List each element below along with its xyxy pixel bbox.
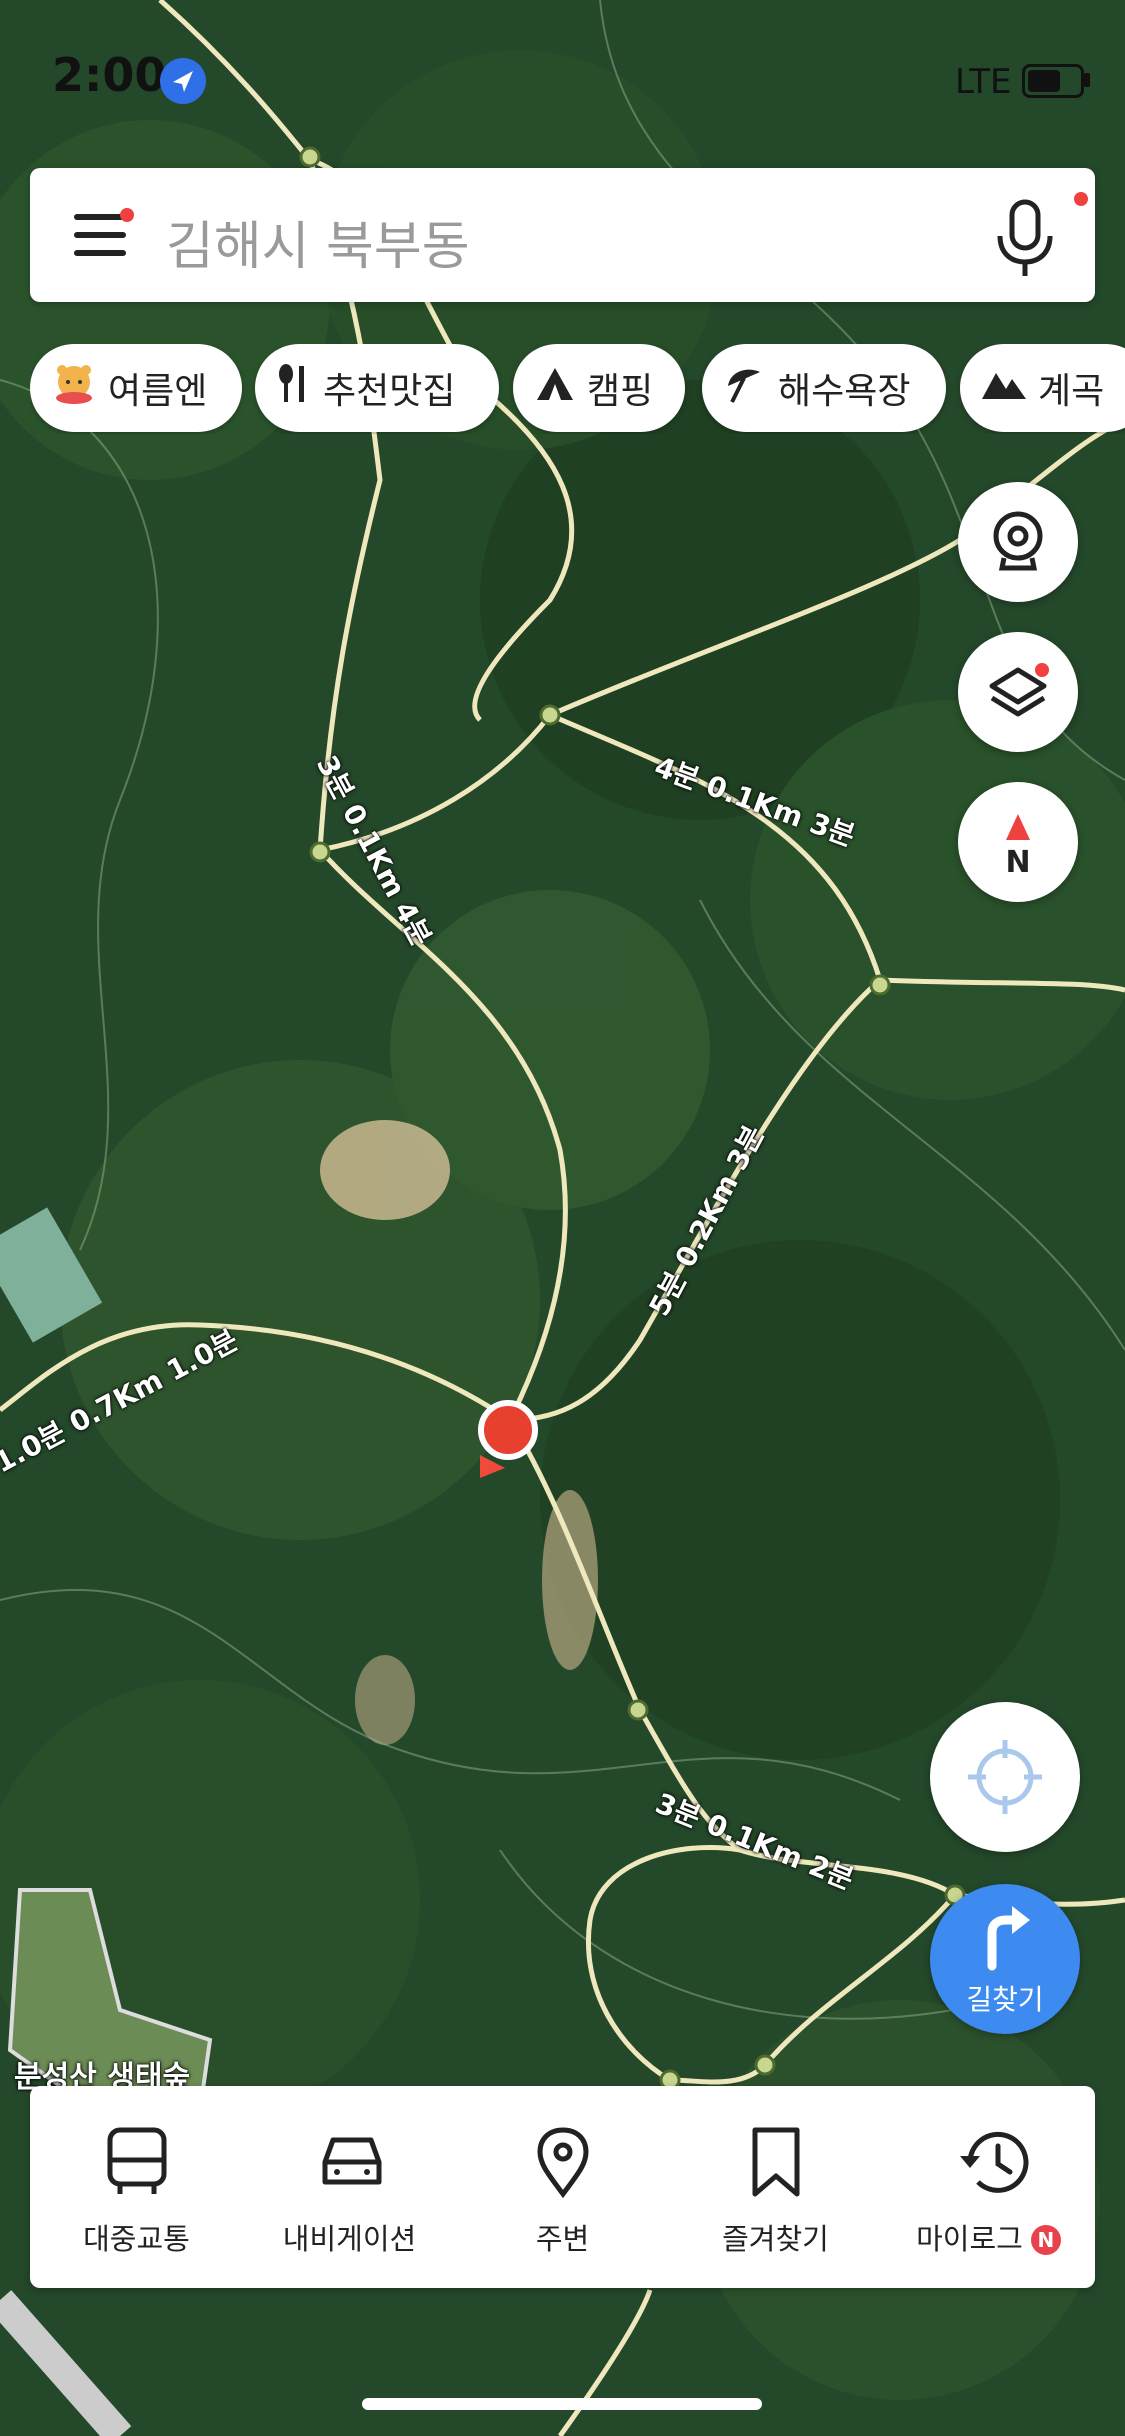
tab-favorites[interactable]: 즐겨찾기 [669, 2086, 882, 2288]
bus-icon [107, 2127, 167, 2194]
tab-label: 내비게이션 [282, 2222, 417, 2256]
battery-icon [1022, 64, 1084, 98]
cutlery-icon [277, 363, 311, 413]
bear-float-icon [52, 362, 96, 415]
layers-button[interactable] [958, 632, 1078, 752]
tab-nearby[interactable]: 주변 [456, 2086, 669, 2288]
bookmark-icon [752, 2127, 800, 2197]
chip-label: 추천맛집 [323, 371, 456, 412]
status-bar: 2:00 LTE [0, 0, 1125, 150]
history-icon [960, 2131, 1029, 2193]
tab-public-transit[interactable]: 대중교통 [30, 2086, 243, 2288]
search-input[interactable]: 김해시 북부동 [166, 204, 470, 279]
umbrella-icon [724, 364, 766, 413]
directions-label: 길찾기 [966, 1983, 1044, 2016]
search-bar[interactable]: 김해시 북부동 [30, 168, 1095, 302]
crosshair-icon [968, 1740, 1042, 1814]
notification-dot [120, 208, 134, 222]
chip-label: 캠핑 [587, 371, 654, 412]
chip-restaurants[interactable]: 추천맛집 [255, 344, 499, 432]
chip-label: 해수욕장 [778, 371, 911, 412]
notification-dot [1074, 192, 1088, 206]
turn-right-arrow-icon [987, 1906, 1030, 1971]
compass-label: N [1005, 845, 1030, 880]
street-view-button[interactable] [958, 482, 1078, 602]
tab-label-text: 마이로그 [916, 2222, 1023, 2256]
chip-label: 여름엔 [108, 371, 208, 412]
tab-mylog[interactable]: 마이로그 N [882, 2086, 1095, 2288]
location-pin-icon [537, 2127, 589, 2198]
bottom-nav: 대중교통 내비게이션 주변 즐겨찾기 마이로그 N [30, 2086, 1095, 2288]
directions-button[interactable]: 길찾기 [930, 1884, 1080, 2034]
network-type: LTE [955, 62, 1012, 102]
mountain-icon [982, 367, 1026, 410]
chip-label: 계곡 [1038, 371, 1105, 412]
current-location-button[interactable] [930, 1702, 1080, 1852]
chip-camping[interactable]: 캠핑 [513, 344, 685, 432]
location-arrow-icon [160, 58, 206, 104]
new-badge: N [1030, 2225, 1061, 2255]
microphone-icon[interactable] [992, 198, 1058, 278]
tab-label: 마이로그 N [882, 2216, 1095, 2258]
tab-label: 주변 [535, 2222, 590, 2256]
tab-navigation[interactable]: 내비게이션 [243, 2086, 456, 2288]
compass-button[interactable]: N [958, 782, 1078, 902]
car-icon [322, 2137, 382, 2185]
camera-360-icon [993, 511, 1043, 571]
chip-summer[interactable]: 여름엔 [30, 344, 242, 432]
battery-cap [1084, 73, 1090, 87]
layers-icon [989, 663, 1049, 717]
category-chips: 여름엔 추천맛집 캠핑 해수욕장 계곡 [30, 344, 1125, 434]
home-indicator[interactable] [362, 2398, 762, 2410]
tab-label: 즐겨찾기 [722, 2222, 829, 2256]
status-time: 2:00 [52, 48, 167, 102]
tab-label: 대중교통 [83, 2222, 190, 2256]
tent-icon [535, 366, 575, 411]
chip-valley[interactable]: 계곡 [960, 344, 1125, 432]
compass-icon: N [1005, 814, 1031, 880]
chip-beach[interactable]: 해수욕장 [702, 344, 946, 432]
